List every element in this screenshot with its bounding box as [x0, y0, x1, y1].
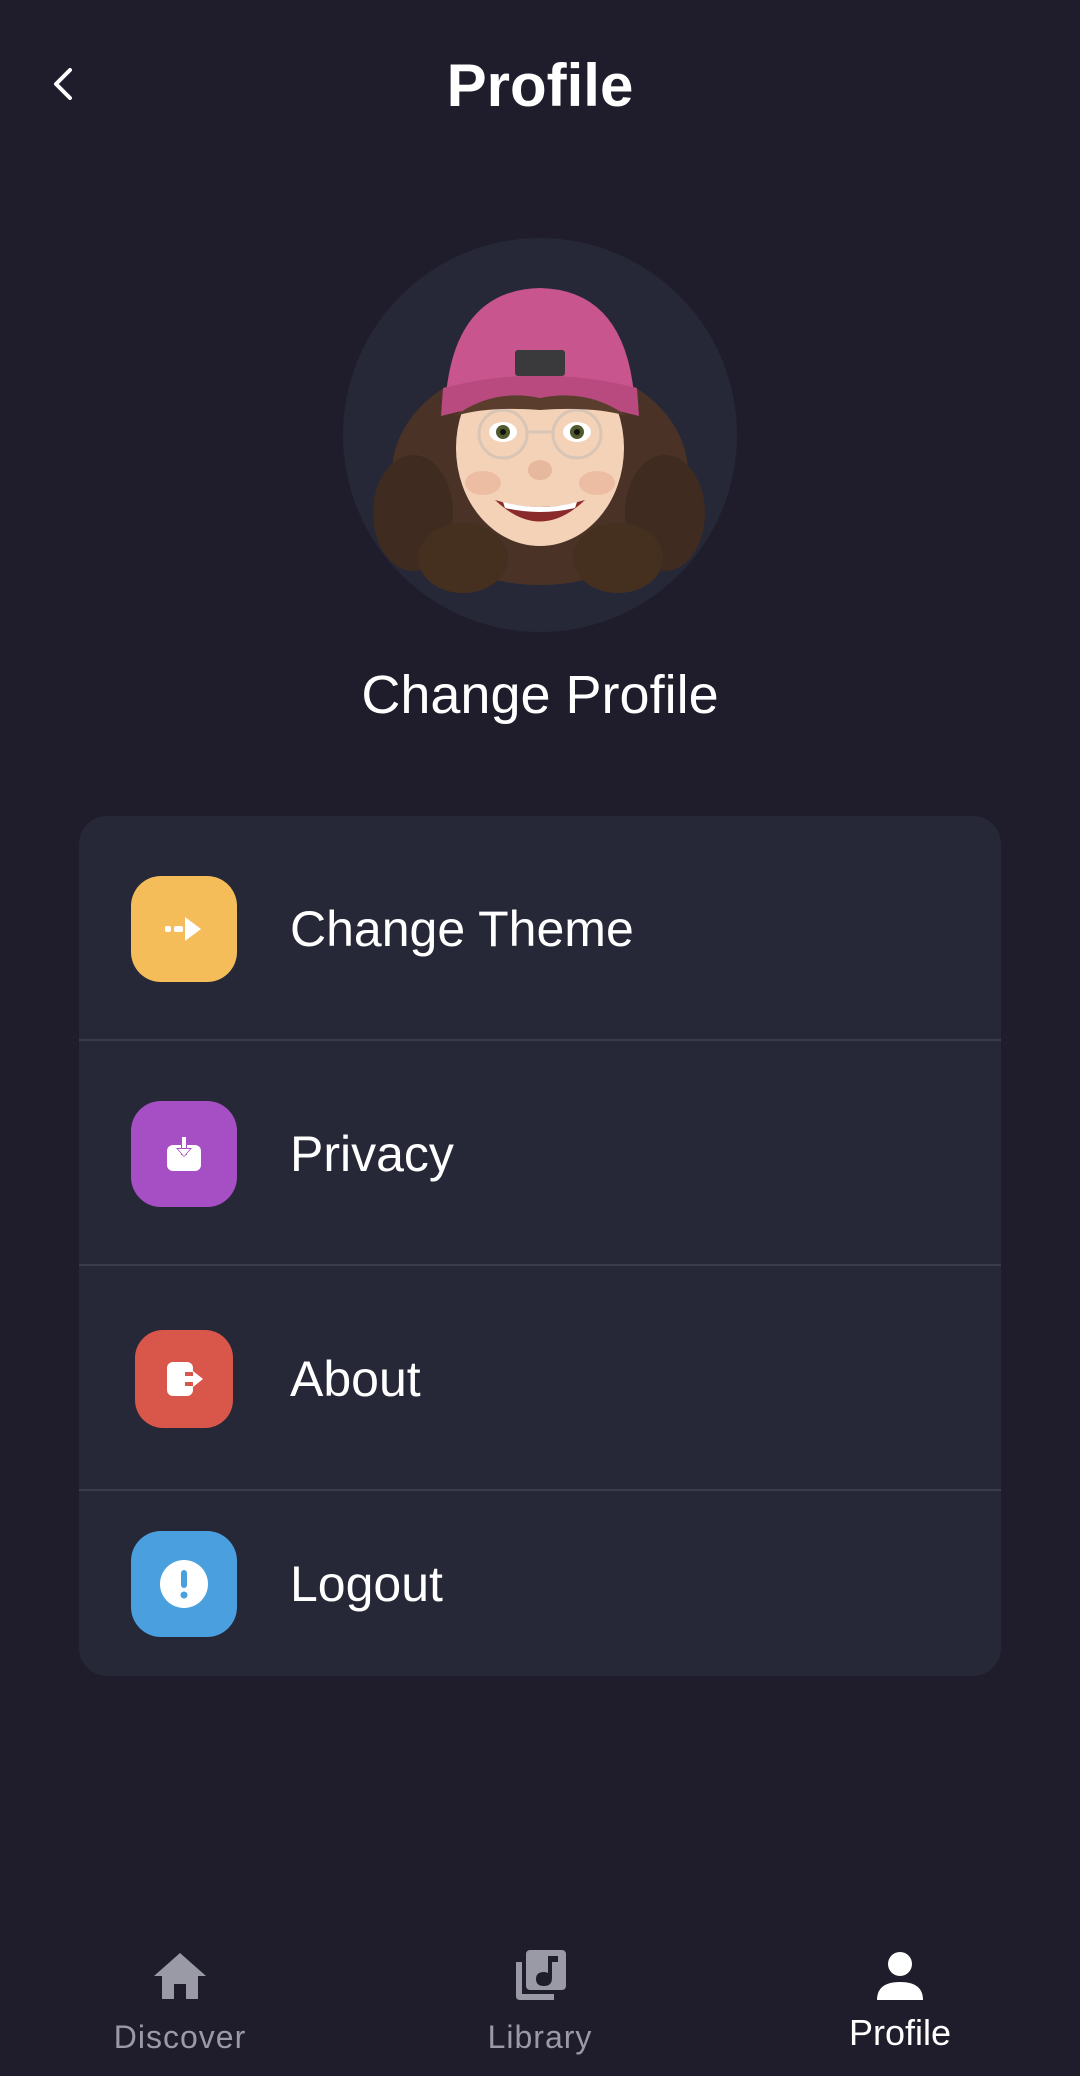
bottom-navigation: Discover Library Profile: [0, 1900, 1080, 2076]
nav-label: Discover: [113, 2019, 247, 2055]
nav-label: Profile: [848, 2012, 952, 2053]
menu-item-privacy[interactable]: Privacy: [79, 1041, 1001, 1266]
home-icon: [150, 1946, 210, 2006]
download-box-icon: [131, 1100, 237, 1207]
profile-screen: Profile Change Profile Change Theme Priv…: [0, 0, 1080, 2076]
menu-item-label: About: [290, 1350, 421, 1407]
person-icon: [870, 1946, 930, 2006]
theme-icon: [131, 875, 237, 982]
header: Profile: [0, 0, 1080, 172]
menu-item-about[interactable]: About: [79, 1266, 1001, 1491]
change-profile-button[interactable]: Change Profile: [0, 662, 1080, 728]
menu-item-label: Logout: [290, 1555, 443, 1612]
nav-item-library[interactable]: Library: [410, 1900, 670, 2076]
nav-item-profile[interactable]: Profile: [770, 1900, 1030, 2076]
menu-item-label: Privacy: [290, 1125, 454, 1182]
menu-item-logout[interactable]: Logout: [79, 1491, 1001, 1676]
settings-menu: Change Theme Privacy About Logout: [79, 816, 1001, 1676]
menu-item-label: Change Theme: [290, 900, 634, 957]
avatar[interactable]: [343, 238, 737, 632]
alert-icon: [131, 1530, 237, 1637]
menu-item-change-theme[interactable]: Change Theme: [79, 816, 1001, 1041]
page-title: Profile: [446, 52, 634, 119]
music-library-icon: [510, 1946, 570, 2006]
memoji-avatar-icon: [373, 288, 705, 593]
nav-label: Library: [487, 2019, 593, 2055]
nav-item-discover[interactable]: Discover: [50, 1900, 310, 2076]
exit-icon: [135, 1329, 233, 1428]
